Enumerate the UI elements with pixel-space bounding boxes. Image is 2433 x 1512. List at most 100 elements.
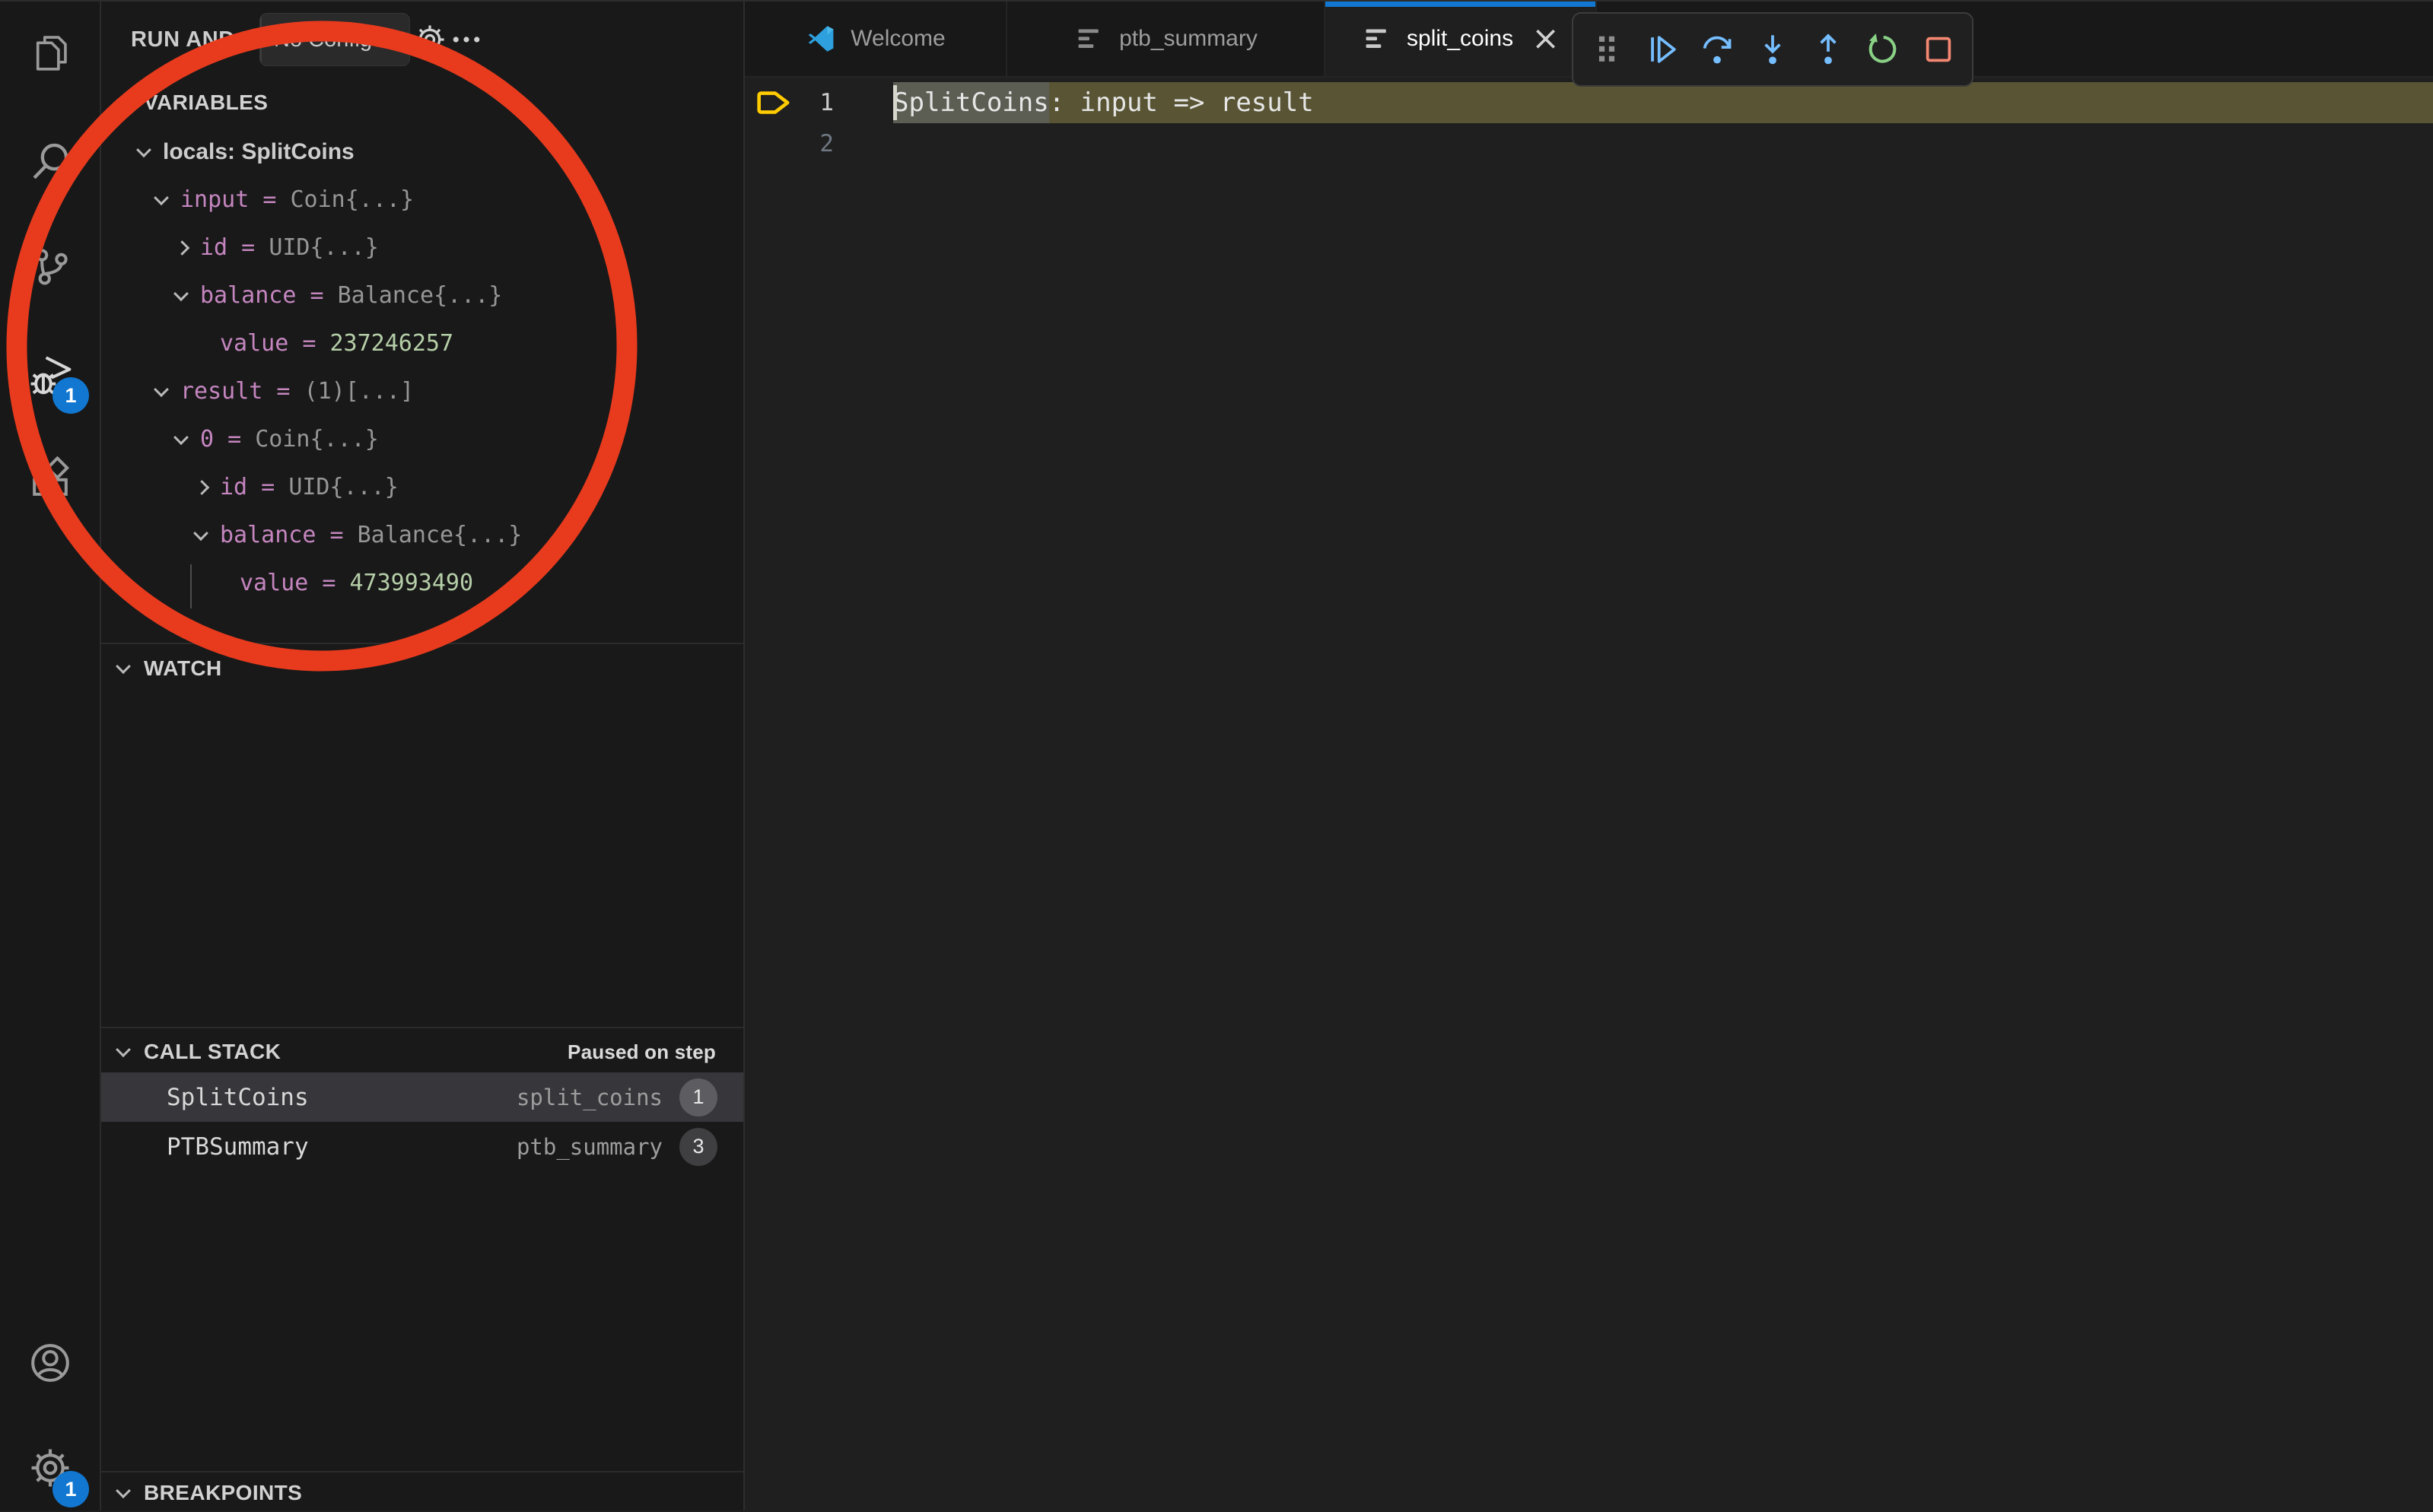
pause-status-badge: Paused on step [568, 1040, 716, 1064]
variable-text: value = 473993490 [240, 570, 473, 596]
variable-row-balance[interactable]: balance = Balance{...} [101, 511, 743, 559]
variable-row-id[interactable]: id = UID{...} [101, 463, 743, 511]
debug-stackframe-icon [757, 88, 790, 117]
chevron-right-icon[interactable] [189, 482, 212, 493]
variable-text: 0 = Coin{...} [200, 426, 379, 453]
editor-gutter[interactable]: 2 [745, 123, 893, 164]
tab-label: ptb_summary [1119, 26, 1258, 52]
variables-section-header[interactable]: VARIABLES [101, 81, 743, 125]
activity-item-search[interactable] [0, 125, 100, 198]
vscode-logo-icon [805, 23, 837, 55]
activity-item-run-and-debug[interactable]: 1 [0, 338, 100, 411]
variable-text: id = UID{...} [200, 234, 379, 261]
tab-Welcome[interactable]: Welcome [745, 2, 1007, 76]
code-content[interactable]: SplitCoins: input => result [893, 82, 2433, 123]
frame-function: SplitCoins [167, 1084, 309, 1111]
chevron-down-icon[interactable] [170, 434, 192, 445]
line-number: 2 [819, 123, 834, 164]
call-stack-section-label: CALL STACK [144, 1040, 281, 1064]
step-over-button[interactable] [1693, 18, 1742, 81]
step-over-icon [1700, 32, 1735, 67]
code-content[interactable] [893, 123, 2433, 164]
list-file-icon [1073, 23, 1105, 55]
code-editor[interactable]: 1SplitCoins: input => result2 [745, 78, 2433, 1510]
call-stack-section-header[interactable]: CALL STACK Paused on step [101, 1030, 743, 1074]
breakpoints-section-label: BREAKPOINTS [144, 1481, 302, 1505]
extensions-icon [28, 456, 72, 500]
variable-row-input[interactable]: input = Coin{...} [101, 176, 743, 224]
chevron-down-icon[interactable] [150, 195, 173, 205]
variable-row-value[interactable]: value = 473993490 [101, 559, 743, 607]
variable-row-0[interactable]: 0 = Coin{...} [101, 415, 743, 463]
chevron-right-icon[interactable] [170, 243, 192, 253]
section-divider [101, 643, 743, 644]
variable-text: input = Coin{...} [180, 186, 414, 213]
gripper-icon [1589, 32, 1624, 67]
variables-tree: locals: SplitCoins input = Coin{...} id = … [101, 128, 743, 607]
activity-item-extensions[interactable] [0, 442, 100, 515]
variable-row-value[interactable]: value = 237246257 [101, 319, 743, 367]
variable-text: value = 237246257 [220, 330, 453, 357]
variable-row-balance[interactable]: balance = Balance{...} [101, 272, 743, 319]
sidebar-header: RUN AND DEBUG No Configur [101, 2, 743, 78]
step-into-button[interactable] [1748, 18, 1798, 81]
explorer-icon [28, 30, 72, 75]
more-actions-button[interactable] [445, 14, 488, 65]
call-stack-frame-SplitCoins[interactable]: SplitCoins split_coins 1 [101, 1072, 743, 1122]
restart-button[interactable] [1859, 18, 1908, 81]
variable-row-result[interactable]: result = (1)[...] [101, 367, 743, 415]
scope-label: locals: SplitCoins [163, 139, 355, 165]
frame-line-badge: 3 [679, 1128, 717, 1166]
tab-ptb_summary[interactable]: ptb_summary [1007, 2, 1325, 76]
variables-section-label: VARIABLES [144, 91, 268, 115]
vscode-window: 1 1 RUN AND DEBUG No Configur [0, 0, 2433, 1510]
variable-text: balance = Balance{...} [200, 282, 502, 309]
frame-source: split_coins [517, 1085, 663, 1110]
highlighted-word: SplitCoins [893, 82, 1049, 123]
chevron-down-icon[interactable] [189, 530, 212, 541]
activity-item-source-control[interactable] [0, 230, 100, 303]
tab-split_coins[interactable]: split_coins × [1325, 2, 1597, 76]
close-icon[interactable]: × [1531, 22, 1560, 56]
frame-source: ptb_summary [517, 1134, 663, 1160]
settings-gear-badge: 1 [52, 1471, 89, 1507]
watch-section-label: WATCH [144, 656, 222, 681]
variable-row-id[interactable]: id = UID{...} [101, 224, 743, 272]
chevron-down-icon[interactable] [150, 386, 173, 397]
step-out-icon [1811, 32, 1846, 67]
code-line-2[interactable]: 2 [745, 123, 2433, 164]
variables-scope-row[interactable]: locals: SplitCoins [101, 128, 743, 176]
breakpoints-section-header[interactable]: BREAKPOINTS [101, 1474, 743, 1512]
activity-item-account[interactable] [0, 1326, 100, 1399]
frame-function: PTBSummary [167, 1133, 309, 1161]
tab-label: Welcome [851, 26, 945, 52]
chevron-down-icon[interactable] [132, 147, 155, 157]
step-into-icon [1755, 32, 1790, 67]
indent-guide [190, 564, 192, 608]
stop-button[interactable] [1913, 18, 1963, 81]
editor-gutter[interactable]: 1 [745, 82, 893, 123]
gear-icon [413, 23, 447, 56]
continue-button[interactable] [1638, 18, 1687, 81]
toolbar-drag-handle[interactable] [1582, 18, 1632, 81]
source-control-icon [28, 244, 72, 288]
chevron-down-icon [116, 1483, 131, 1498]
text-cursor [893, 85, 897, 120]
activity-item-explorer[interactable] [0, 16, 100, 89]
section-divider [101, 1027, 743, 1028]
activity-item-settings-gear[interactable]: 1 [0, 1431, 100, 1504]
debug-config-dropdown[interactable]: No Configur [259, 13, 410, 66]
restart-icon [1865, 32, 1900, 67]
tab-label: split_coins [1407, 26, 1513, 52]
config-dropdown-label: No Configur [274, 27, 392, 52]
frame-line-badge: 1 [679, 1078, 717, 1117]
chevron-down-icon [116, 1042, 131, 1057]
search-icon [28, 139, 72, 183]
code-line-1[interactable]: 1SplitCoins: input => result [745, 82, 2433, 123]
watch-section-header[interactable]: WATCH [101, 646, 743, 691]
editor-area: Welcome ptb_summary split_coins × 1SplitCoi… [745, 2, 2433, 1510]
call-stack-frame-PTBSummary[interactable]: PTBSummary ptb_summary 3 [101, 1122, 743, 1171]
chevron-down-icon[interactable] [170, 291, 192, 301]
code-text: : input => result [1049, 87, 1314, 118]
step-out-button[interactable] [1803, 18, 1853, 81]
